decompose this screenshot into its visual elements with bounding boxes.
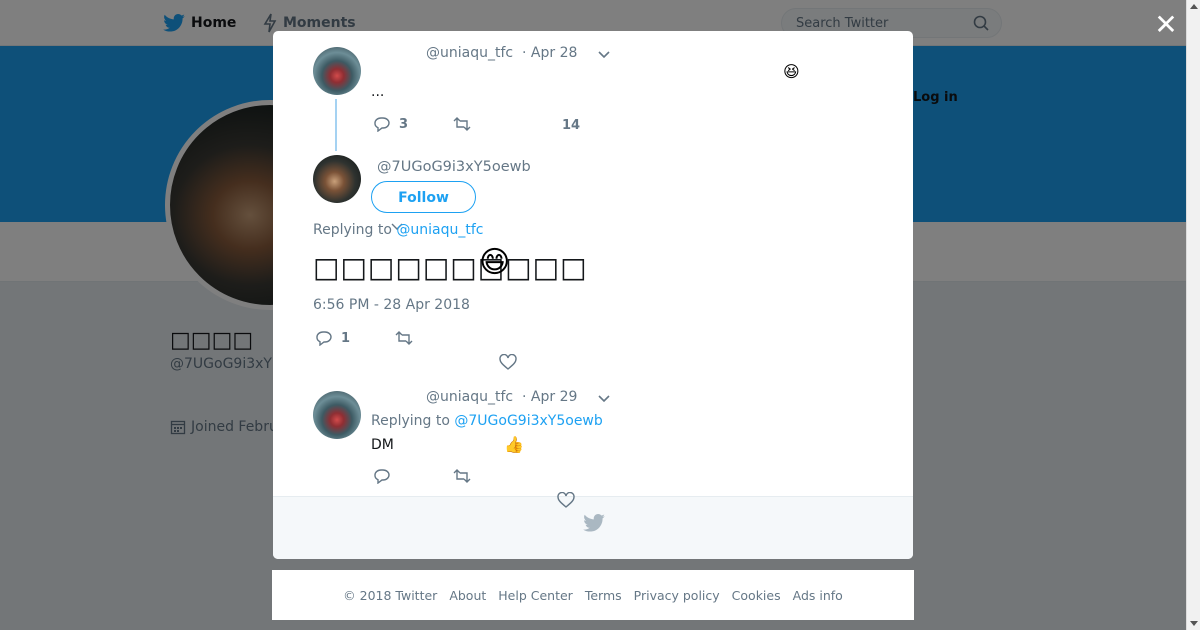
emoji: 👍 xyxy=(504,435,524,454)
tweet-handle[interactable]: @7UGoG9i3xY5oewb xyxy=(377,159,531,175)
retweet-button[interactable] xyxy=(395,330,413,346)
chevron-down-icon[interactable] xyxy=(598,48,610,60)
tweet-text: DM xyxy=(371,437,394,453)
retweet-button[interactable] xyxy=(453,116,471,132)
reply-icon xyxy=(374,469,390,484)
footer-copyright: © 2018 Twitter xyxy=(343,587,438,603)
page-scrollbar[interactable] xyxy=(1186,0,1200,630)
avatar[interactable] xyxy=(313,155,361,203)
modal-footer xyxy=(273,496,913,559)
like-button[interactable] xyxy=(499,354,517,370)
mention-link[interactable]: @7UGoG9i3xY5oewb xyxy=(454,413,602,429)
reply-button[interactable] xyxy=(373,468,391,484)
like-button[interactable]: 14 xyxy=(562,118,580,133)
close-icon[interactable]: ✕ xyxy=(1153,11,1179,39)
replying-prefix: Replying to xyxy=(313,222,392,238)
replying-prefix: Replying to xyxy=(371,413,450,429)
heart-icon xyxy=(499,354,517,370)
follow-button[interactable]: Follow xyxy=(371,181,476,213)
replying-to: Replying to @uniaqu_tfc xyxy=(313,222,483,238)
tweet-text: □□□□□□□□□□ xyxy=(313,251,588,284)
tweet-text: ... xyxy=(371,84,385,100)
mention-link[interactable]: @uniaqu_tfc xyxy=(396,222,483,238)
chevron-down-icon[interactable] xyxy=(598,392,610,404)
footer-terms-link[interactable]: Terms xyxy=(585,588,622,603)
footer-cookies-link[interactable]: Cookies xyxy=(732,588,781,603)
footer-privacy-link[interactable]: Privacy policy xyxy=(634,588,720,603)
tweet-date[interactable]: · Apr 28 xyxy=(522,45,577,61)
footer-ads-link[interactable]: Ads info xyxy=(793,588,843,603)
reply-icon xyxy=(316,331,332,346)
tweet-date[interactable]: · Apr 29 xyxy=(522,389,577,405)
replying-to: Replying to @7UGoG9i3xY5oewb xyxy=(371,413,603,429)
tweet-timestamp[interactable]: 6:56 PM - 28 Apr 2018 xyxy=(313,297,470,313)
avatar[interactable] xyxy=(313,47,361,95)
tweet-handle[interactable]: @uniaqu_tfc xyxy=(426,389,513,405)
page-footer: © 2018 Twitter About Help Center Terms P… xyxy=(272,570,914,620)
retweet-icon xyxy=(453,117,471,131)
scroll-down-arrow[interactable] xyxy=(1190,621,1198,626)
reply-button[interactable]: 1 xyxy=(315,330,350,346)
heart-icon xyxy=(557,492,575,508)
twitter-bird-icon xyxy=(583,514,605,532)
retweet-icon xyxy=(453,469,471,483)
tweet-modal: @uniaqu_tfc · Apr 28 😆 ... 3 14 @7UGoG9i… xyxy=(273,31,913,559)
emoji: 😄 xyxy=(479,245,511,280)
retweet-button[interactable] xyxy=(453,468,471,484)
reply-count: 1 xyxy=(341,330,351,346)
reply-count: 3 xyxy=(399,116,409,132)
thread-connector xyxy=(335,99,337,151)
tweet-handle[interactable]: @uniaqu_tfc xyxy=(426,45,513,61)
reply-icon xyxy=(374,117,390,132)
avatar[interactable] xyxy=(313,391,361,439)
retweet-icon xyxy=(395,331,413,345)
footer-help-link[interactable]: Help Center xyxy=(498,588,573,603)
like-button[interactable] xyxy=(557,492,575,508)
like-count: 14 xyxy=(562,118,581,133)
footer-about-link[interactable]: About xyxy=(449,588,486,603)
reply-button[interactable]: 3 xyxy=(373,116,408,132)
tweet-text-large: □□□□□□□□□□ xyxy=(313,251,588,284)
emoji: 😆 xyxy=(783,62,800,81)
scroll-up-arrow[interactable] xyxy=(1190,4,1198,9)
